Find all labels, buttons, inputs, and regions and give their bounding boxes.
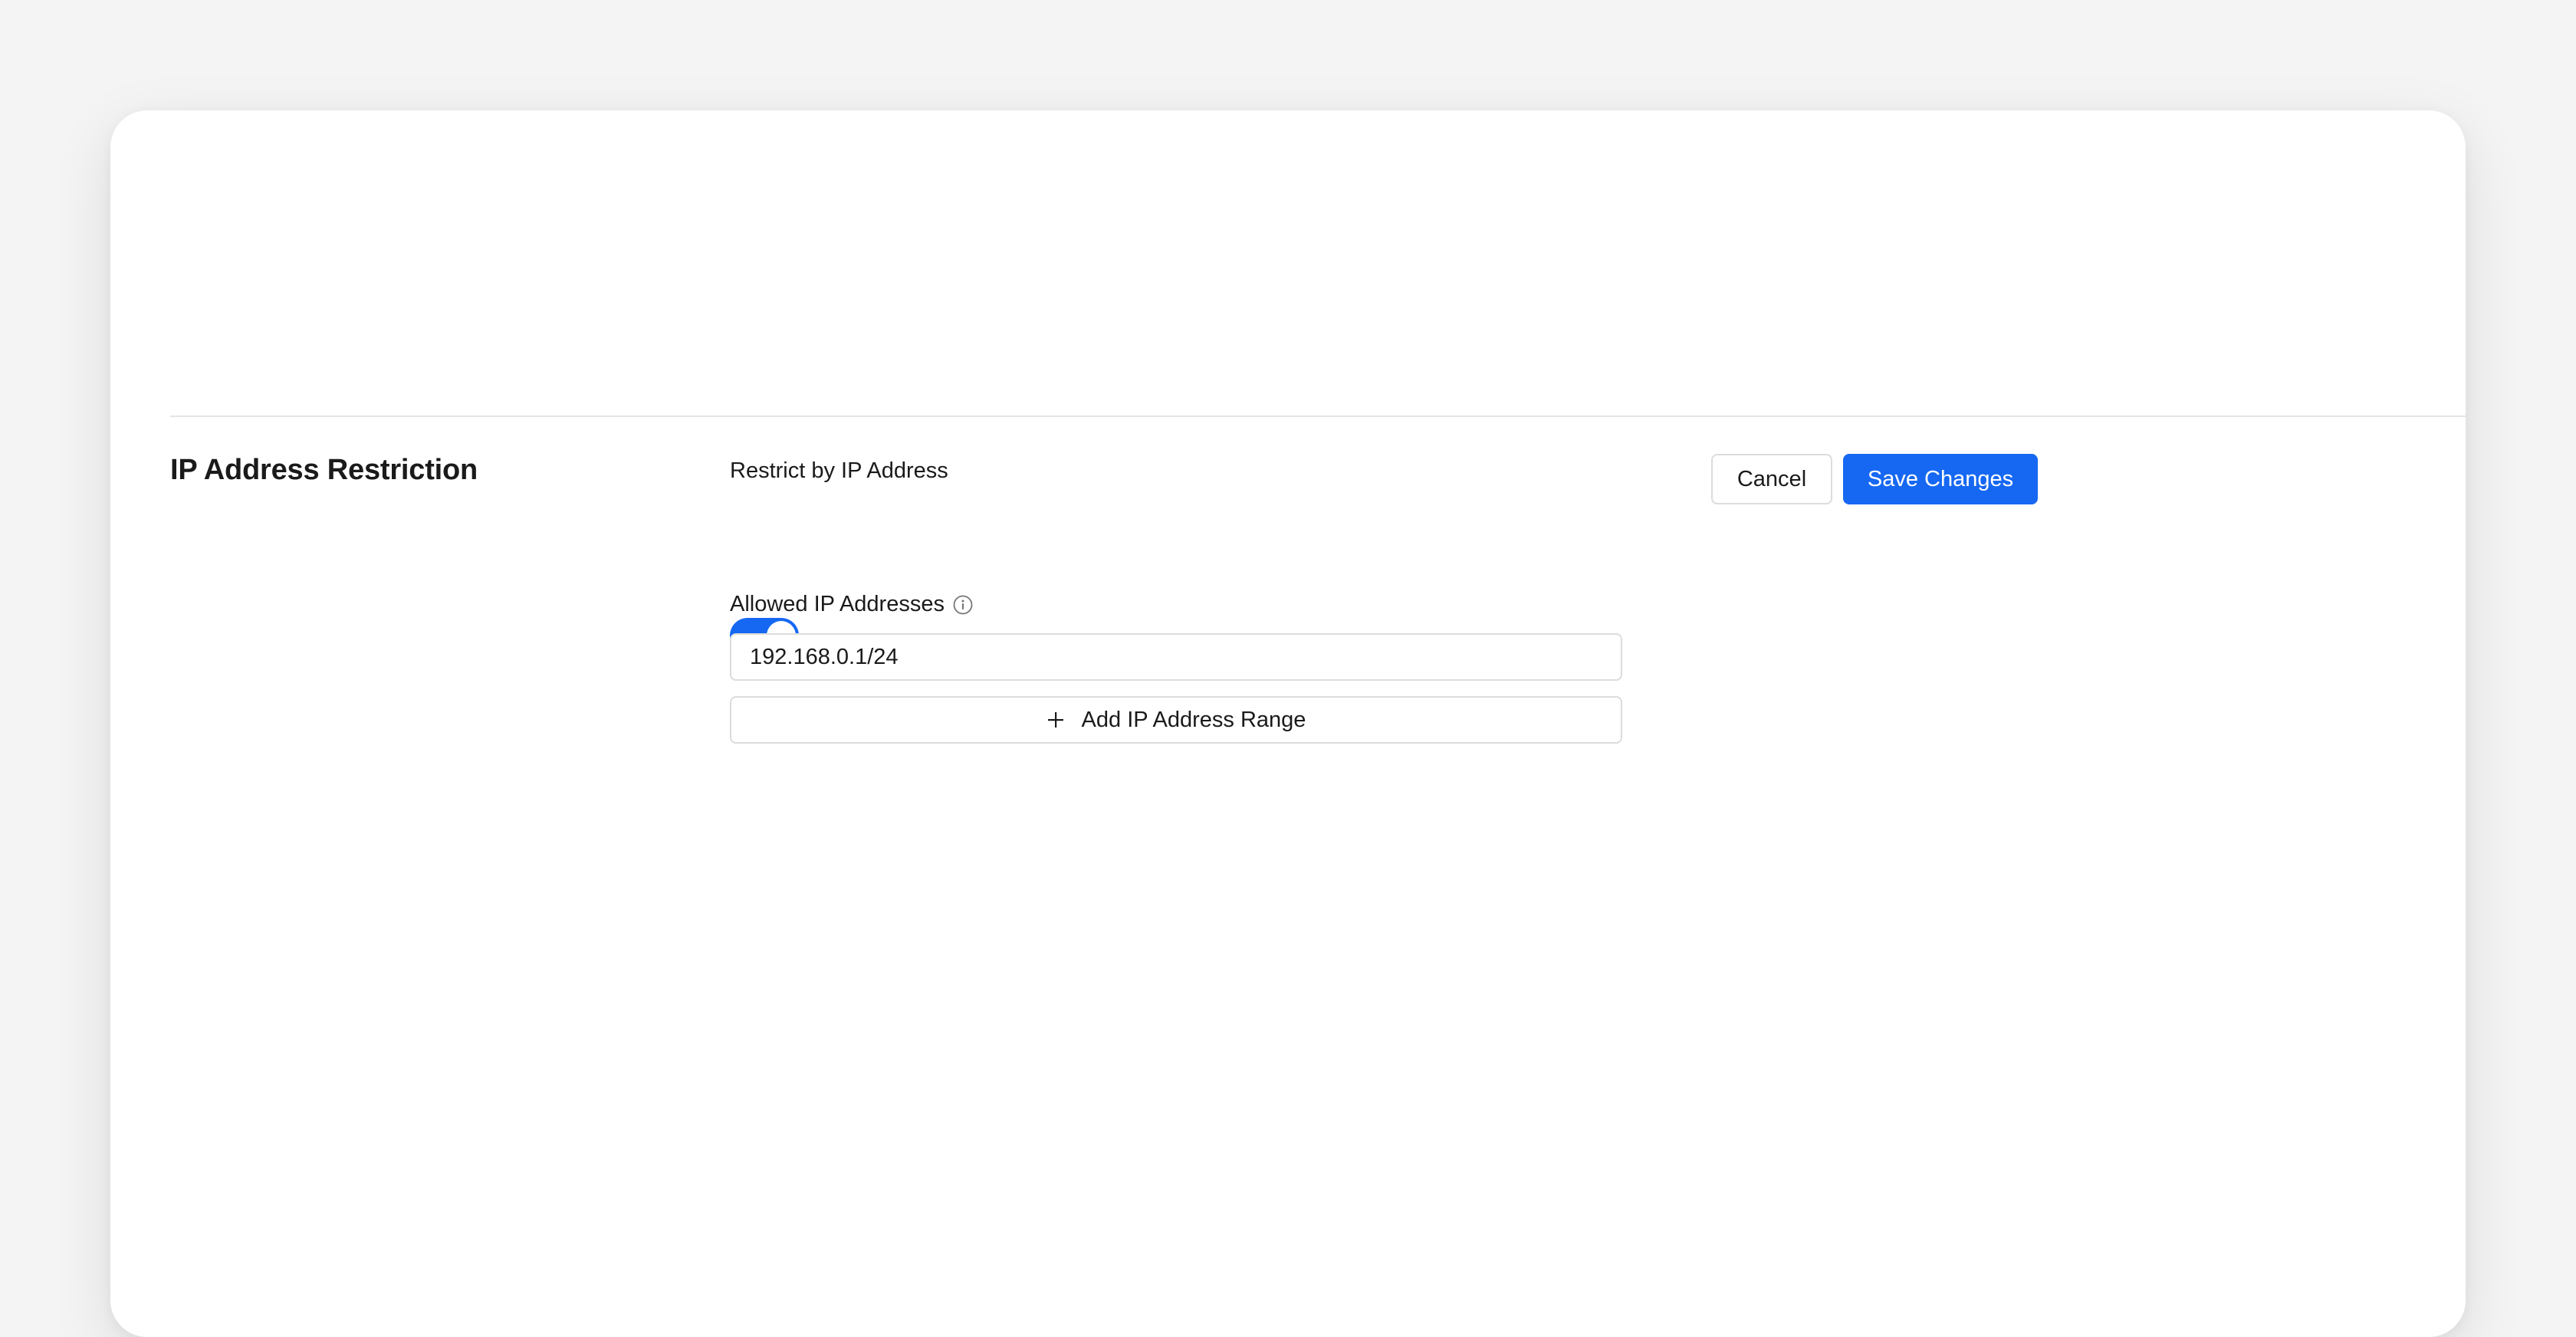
allowed-ips-label: Allowed IP Addresses — [730, 592, 945, 616]
section-title: IP Address Restriction — [170, 454, 478, 486]
cancel-button[interactable]: Cancel — [1711, 454, 1832, 504]
settings-window: IP Address Restriction Restrict by IP Ad… — [110, 110, 2466, 1337]
plus-icon — [1046, 711, 1065, 729]
info-icon[interactable] — [952, 594, 974, 616]
allowed-ips-label-row: Allowed IP Addresses — [730, 592, 974, 617]
add-ip-range-label: Add IP Address Range — [1081, 707, 1306, 732]
restrict-toggle-label: Restrict by IP Address — [730, 458, 948, 483]
section-divider — [170, 416, 2466, 417]
ip-address-input[interactable] — [730, 633, 1622, 681]
add-ip-range-button[interactable]: Add IP Address Range — [730, 696, 1622, 744]
save-changes-button[interactable]: Save Changes — [1843, 454, 2038, 504]
